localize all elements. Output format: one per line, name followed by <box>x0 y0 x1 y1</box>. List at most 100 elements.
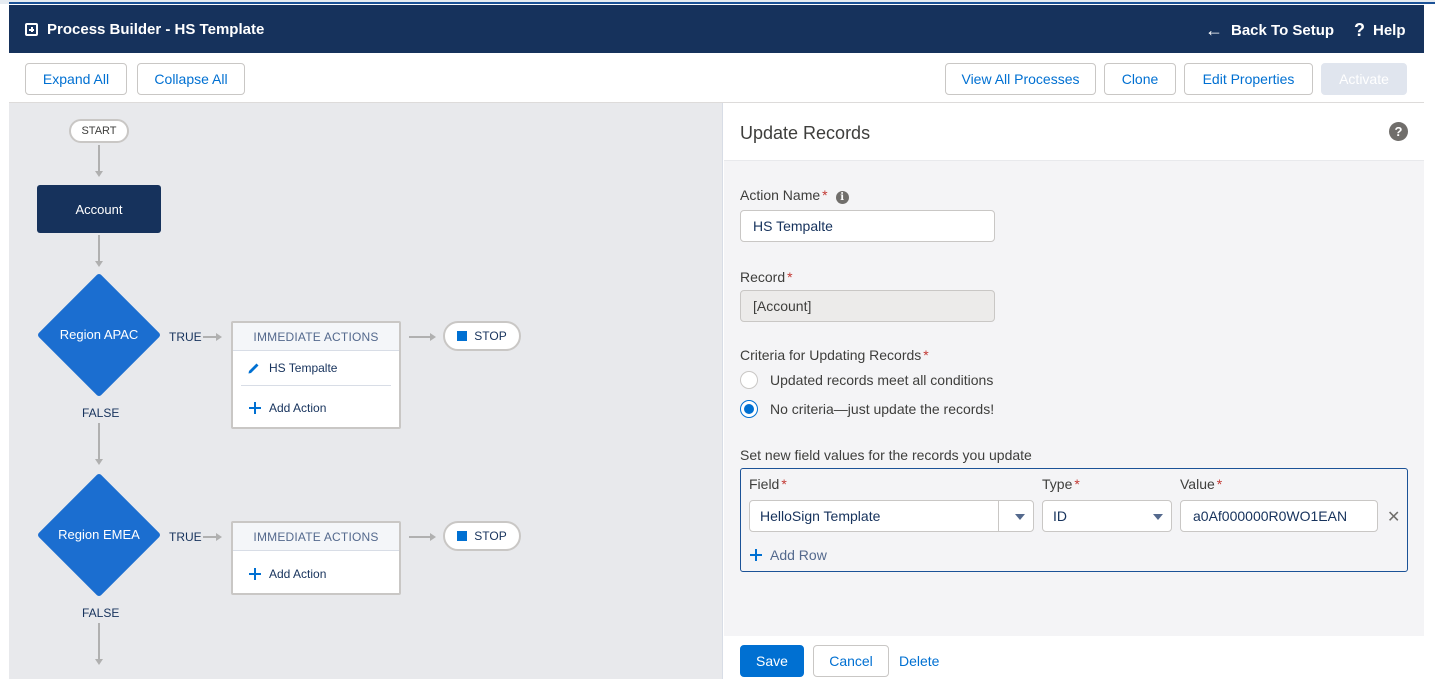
connector <box>98 235 100 261</box>
stop-label: STOP <box>474 329 507 343</box>
arrow-right-icon <box>430 333 436 341</box>
delete-link[interactable]: Delete <box>899 653 939 669</box>
field-values-box: Field * Type * Value * HelloSign Template I… <box>740 468 1408 572</box>
connector <box>98 423 100 459</box>
info-icon[interactable]: i <box>835 191 849 204</box>
record-label: Record * <box>740 269 793 285</box>
help-icon[interactable]: ? <box>1389 122 1408 141</box>
false-label: FALSE <box>82 406 120 420</box>
question-icon: ? <box>1354 20 1365 40</box>
connector <box>409 336 431 338</box>
top-accent-line <box>9 2 1435 4</box>
required-marker: * <box>822 187 828 203</box>
add-action-label: Add Action <box>269 401 327 415</box>
stop-label: STOP <box>474 529 507 543</box>
back-to-setup-label: Back To Setup <box>1231 22 1335 39</box>
value-column-text: Value <box>1180 476 1215 492</box>
process-canvas: START Account Region APAC TRUE IMMEDIATE… <box>9 103 723 679</box>
field-values-label: Set new field values for the records you… <box>740 447 1032 463</box>
action-item-label: HS Tempalte <box>269 361 338 375</box>
panel-title: Update Records <box>740 123 871 143</box>
help-link[interactable]: ? Help <box>1354 20 1406 41</box>
radio-label: Updated records meet all conditions <box>770 372 994 388</box>
object-node-account[interactable]: Account <box>37 185 161 233</box>
immediate-actions-header: IMMEDIATE ACTIONS <box>233 523 399 551</box>
toolbar: Expand All Collapse All View All Process… <box>9 53 1424 103</box>
value-column-header: Value * <box>1180 476 1222 492</box>
back-to-setup-link[interactable]: ← Back To Setup <box>1205 20 1334 41</box>
required-marker: * <box>781 476 787 492</box>
radio-meet-all-conditions[interactable] <box>740 371 758 389</box>
plus-icon <box>249 568 261 580</box>
action-name-label-text: Action Name <box>740 187 821 203</box>
value-input[interactable]: a0Af000000R0WO1EAN <box>1180 500 1378 532</box>
radio-label: No criteria—just update the records! <box>770 401 995 417</box>
expand-all-button[interactable]: Expand All <box>25 63 127 95</box>
add-row-label: Add Row <box>770 547 827 563</box>
process-builder-icon <box>25 23 38 36</box>
stop-icon <box>457 331 468 341</box>
add-action-link[interactable]: Add Action <box>249 401 326 415</box>
required-marker: * <box>787 269 793 285</box>
arrow-down-icon <box>95 261 103 267</box>
type-column-text: Type <box>1042 476 1073 492</box>
plus-icon <box>750 549 762 561</box>
connector <box>409 536 431 538</box>
field-select[interactable]: HelloSign Template <box>749 500 1034 532</box>
record-field: [Account] <box>740 290 995 322</box>
true-label: TRUE <box>169 330 202 344</box>
pencil-icon <box>248 363 259 374</box>
add-action-link[interactable]: Add Action <box>249 567 326 581</box>
edit-properties-button[interactable]: Edit Properties <box>1184 63 1313 95</box>
stop-icon <box>457 531 468 541</box>
chevron-down-icon <box>1153 514 1163 520</box>
type-select-value: ID <box>1053 508 1067 524</box>
action-name-input[interactable]: HS Tempalte <box>740 210 995 242</box>
arrow-right-icon <box>216 333 222 341</box>
arrow-down-icon <box>95 171 103 177</box>
add-row-link[interactable]: Add Row <box>750 547 827 563</box>
cancel-button[interactable]: Cancel <box>813 645 889 677</box>
field-column-text: Field <box>749 476 780 492</box>
required-marker: * <box>1074 476 1080 492</box>
view-all-processes-button[interactable]: View All Processes <box>945 63 1096 95</box>
update-records-panel: Update Records ? Action Name * i HS Tempal… <box>724 103 1424 679</box>
criteria-label: Criteria for Updating Records * <box>740 347 929 363</box>
record-label-text: Record <box>740 269 786 285</box>
top-accent-bar <box>0 0 1435 4</box>
criteria-label: Region APAC <box>59 327 139 342</box>
activate-button[interactable]: Activate <box>1321 63 1407 95</box>
select-divider <box>998 501 999 531</box>
true-label: TRUE <box>169 530 202 544</box>
panel-header: Update Records ? <box>724 103 1424 161</box>
arrow-right-icon <box>430 533 436 541</box>
panel-footer: Save Cancel Delete <box>724 636 1424 679</box>
required-marker: * <box>923 347 929 363</box>
arrow-down-icon <box>95 459 103 465</box>
start-node: START <box>69 119 129 143</box>
stop-node: STOP <box>443 321 521 351</box>
criteria-label-text: Criteria for Updating Records <box>740 347 922 363</box>
chevron-down-icon <box>1015 514 1025 520</box>
page-title: Process Builder - HS Template <box>47 21 265 38</box>
field-select-value: HelloSign Template <box>760 508 881 524</box>
plus-icon <box>249 402 261 414</box>
false-label: FALSE <box>82 606 120 620</box>
close-icon[interactable]: ✕ <box>1387 507 1400 527</box>
arrow-right-icon <box>216 533 222 541</box>
immediate-actions-box: IMMEDIATE ACTIONS HS Tempalte Add Action <box>231 321 401 429</box>
divider <box>241 385 391 386</box>
collapse-all-button[interactable]: Collapse All <box>137 63 245 95</box>
connector <box>98 145 100 173</box>
immediate-actions-header: IMMEDIATE ACTIONS <box>233 323 399 351</box>
action-item-hs-tempalte[interactable]: HS Tempalte <box>247 361 337 375</box>
radio-no-criteria[interactable] <box>740 400 758 418</box>
help-label: Help <box>1373 22 1406 39</box>
type-select[interactable]: ID <box>1042 500 1172 532</box>
arrow-left-icon: ← <box>1205 20 1223 40</box>
action-name-label: Action Name * i <box>740 187 849 204</box>
connector <box>203 336 217 338</box>
clone-button[interactable]: Clone <box>1104 63 1176 95</box>
save-button[interactable]: Save <box>740 645 804 677</box>
add-action-label: Add Action <box>269 567 327 581</box>
